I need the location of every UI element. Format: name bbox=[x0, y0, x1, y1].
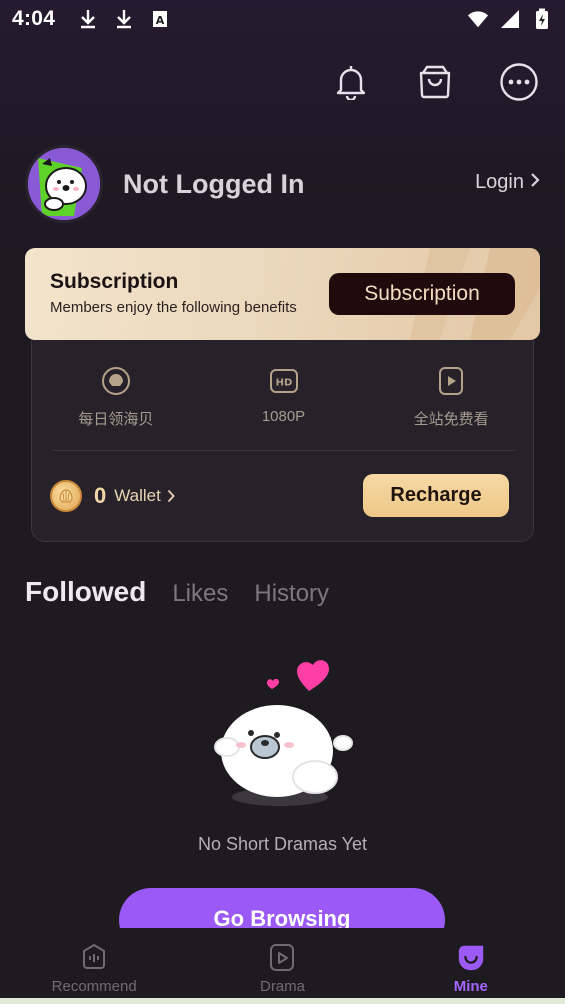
signal-icon bbox=[499, 8, 521, 30]
download-icon bbox=[113, 8, 135, 30]
bell-icon[interactable] bbox=[331, 62, 371, 102]
empty-state-text: No Short Dramas Yet bbox=[197, 834, 368, 854]
nav-item-mine[interactable]: Mine bbox=[377, 928, 565, 1004]
benefit-item[interactable]: 全站免费看 bbox=[367, 366, 535, 429]
nav-item-drama[interactable]: Drama bbox=[188, 928, 376, 1004]
coin-icon bbox=[50, 480, 82, 512]
status-time: 4:04 bbox=[12, 7, 56, 30]
shell-icon bbox=[101, 366, 131, 396]
svg-text:A: A bbox=[156, 14, 165, 27]
tab-likes[interactable]: Likes bbox=[172, 580, 228, 608]
seal-mascot-illustration bbox=[214, 660, 353, 806]
chevron-right-icon bbox=[167, 489, 175, 503]
system-nav-bar bbox=[0, 998, 565, 1004]
chevron-right-icon bbox=[530, 171, 540, 194]
status-icons-left: A bbox=[77, 8, 171, 30]
more-icon[interactable] bbox=[499, 62, 539, 102]
benefit-label: 每日领海贝 bbox=[78, 411, 154, 428]
divider bbox=[52, 450, 515, 451]
subscription-button[interactable]: Subscription bbox=[329, 273, 515, 315]
benefits-card: 每日领海贝 HD 1080P 全站免费看 0 Wallet Recharge bbox=[31, 340, 534, 542]
status-bar: 4:04 A bbox=[0, 0, 565, 38]
wallet-link[interactable]: 0 Wallet bbox=[50, 480, 175, 512]
benefit-label: 1080P bbox=[261, 408, 306, 425]
benefit-label: 全站免费看 bbox=[413, 411, 489, 428]
nav-label: Drama bbox=[259, 978, 305, 995]
text-a-icon: A bbox=[149, 8, 171, 30]
bottom-nav: Recommend Drama Mine bbox=[0, 928, 565, 1004]
tab-history[interactable]: History bbox=[254, 580, 329, 608]
recommend-icon bbox=[79, 942, 109, 972]
hd-icon: HD bbox=[269, 366, 299, 396]
subscription-title: Subscription bbox=[50, 270, 179, 293]
nav-item-recommend[interactable]: Recommend bbox=[0, 928, 188, 1004]
battery-charging-icon bbox=[531, 8, 553, 30]
download-icon bbox=[77, 8, 99, 30]
login-link[interactable]: Login bbox=[475, 171, 540, 194]
svg-text:HD: HD bbox=[275, 378, 292, 389]
shopping-bag-icon[interactable] bbox=[415, 62, 455, 102]
login-label: Login bbox=[475, 171, 524, 193]
play-icon bbox=[436, 366, 466, 396]
top-actions bbox=[331, 62, 539, 102]
wifi-icon bbox=[467, 8, 489, 30]
wallet-label: Wallet bbox=[114, 486, 161, 505]
drama-icon bbox=[267, 942, 297, 972]
subscription-card: Subscription Members enjoy the following… bbox=[25, 248, 540, 340]
subscription-description: Members enjoy the following benefits bbox=[50, 299, 297, 316]
tab-followed[interactable]: Followed bbox=[25, 576, 146, 608]
benefit-item[interactable]: 每日领海贝 bbox=[32, 366, 200, 429]
profile-name: Not Logged In bbox=[123, 168, 305, 199]
avatar[interactable] bbox=[25, 145, 103, 223]
profile-header: Not Logged In Login bbox=[25, 145, 540, 223]
recharge-button[interactable]: Recharge bbox=[363, 474, 509, 517]
wallet-count: 0 bbox=[94, 483, 107, 508]
nav-label: Recommend bbox=[51, 978, 137, 995]
mine-icon bbox=[456, 942, 486, 972]
content-tabs: Followed Likes History bbox=[25, 576, 329, 608]
benefits-list: 每日领海贝 HD 1080P 全站免费看 bbox=[32, 366, 535, 429]
status-icons-right bbox=[467, 8, 553, 30]
nav-label: Mine bbox=[453, 978, 488, 995]
benefit-item[interactable]: HD 1080P bbox=[200, 366, 368, 429]
